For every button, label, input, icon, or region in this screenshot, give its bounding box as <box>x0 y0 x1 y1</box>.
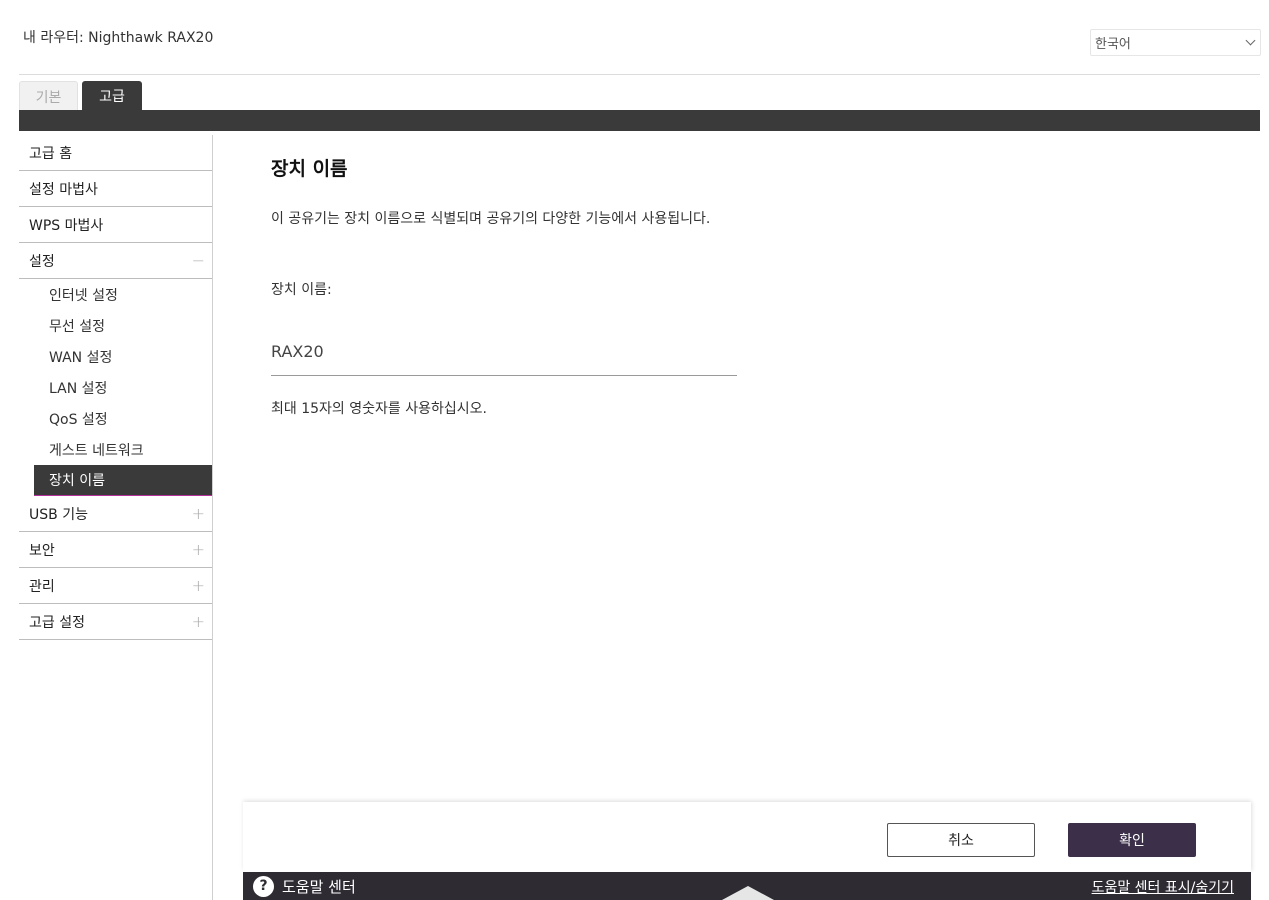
sidebar-subitem-wireless-setup[interactable]: 무선 설정 <box>19 310 213 341</box>
sidebar-item-advanced-home[interactable]: 고급 홈 <box>19 135 213 171</box>
expand-icon: + <box>191 504 205 523</box>
setup-submenu: 인터넷 설정 무선 설정 WAN 설정 LAN 설정 QoS 설정 게스트 네트… <box>19 279 213 496</box>
expand-icon: + <box>191 576 205 595</box>
help-center-label[interactable]: 도움말 센터 <box>282 876 356 897</box>
sidebar-item-label: USB 기능 <box>29 506 88 523</box>
sidebar-item-wps-wizard[interactable]: WPS 마법사 <box>19 207 213 243</box>
sidebar-item-setup-wizard[interactable]: 설정 마법사 <box>19 171 213 207</box>
sidebar-subitem-lan-setup[interactable]: LAN 설정 <box>19 372 213 403</box>
collapse-icon: − <box>191 251 205 270</box>
sidebar-item-advanced-setup[interactable]: 고급 설정 + <box>19 604 213 640</box>
sidebar-item-label: WPS 마법사 <box>29 217 104 234</box>
ok-button[interactable]: 확인 <box>1068 823 1196 857</box>
sidebar-item-administration[interactable]: 관리 + <box>19 568 213 604</box>
sidebar-subitem-guest-network[interactable]: 게스트 네트워크 <box>19 434 213 465</box>
sidebar-item-label: 설정 <box>29 253 55 270</box>
tab-bar <box>19 110 1260 131</box>
sidebar-item-label: 고급 설정 <box>29 614 85 631</box>
router-title: 내 라우터: Nighthawk RAX20 <box>23 30 214 46</box>
help-center-bar: ? 도움말 센터 도움말 센터 표시/숨기기 <box>243 872 1251 900</box>
help-icon[interactable]: ? <box>253 875 274 897</box>
sidebar-item-setup[interactable]: 설정 − <box>19 243 213 279</box>
sidebar-subitem-device-name[interactable]: 장치 이름 <box>34 465 213 496</box>
header-divider <box>19 74 1260 75</box>
tab-basic[interactable]: 기본 <box>19 81 78 111</box>
help-center-toggle-link[interactable]: 도움말 센터 표시/숨기기 <box>1092 877 1234 897</box>
sidebar-item-label: 관리 <box>29 578 55 595</box>
sidebar-item-label: 설정 마법사 <box>29 181 98 198</box>
sidebar-subitem-wan-setup[interactable]: WAN 설정 <box>19 341 213 372</box>
tab-advanced[interactable]: 고급 <box>82 81 142 111</box>
sidebar: 고급 홈 설정 마법사 WPS 마법사 설정 − 인터넷 설정 무선 설정 WA… <box>19 135 213 640</box>
sidebar-item-security[interactable]: 보안 + <box>19 532 213 568</box>
sidebar-item-label: 고급 홈 <box>29 145 73 162</box>
device-name-label: 장치 이름: <box>271 282 332 298</box>
page-description: 이 공유기는 장치 이름으로 식별되며 공유기의 다양한 기능에서 사용됩니다. <box>271 211 711 227</box>
device-name-input[interactable] <box>271 337 737 376</box>
cancel-button[interactable]: 취소 <box>887 823 1035 857</box>
expand-arrow-icon[interactable] <box>722 886 774 900</box>
expand-icon: + <box>191 612 205 631</box>
language-select-value: 한국어 <box>1095 37 1131 52</box>
sidebar-item-label: 보안 <box>29 542 55 559</box>
sidebar-subitem-qos-setup[interactable]: QoS 설정 <box>19 403 213 434</box>
sidebar-item-usb-functions[interactable]: USB 기능 + <box>19 496 213 532</box>
page-title: 장치 이름 <box>271 158 348 180</box>
sidebar-divider <box>212 135 213 900</box>
chevron-down-icon <box>1245 35 1256 46</box>
expand-icon: + <box>191 540 205 559</box>
language-select[interactable]: 한국어 <box>1090 29 1261 56</box>
sidebar-subitem-internet-setup[interactable]: 인터넷 설정 <box>19 279 213 310</box>
device-name-hint: 최대 15자의 영숫자를 사용하십시오. <box>271 401 487 417</box>
